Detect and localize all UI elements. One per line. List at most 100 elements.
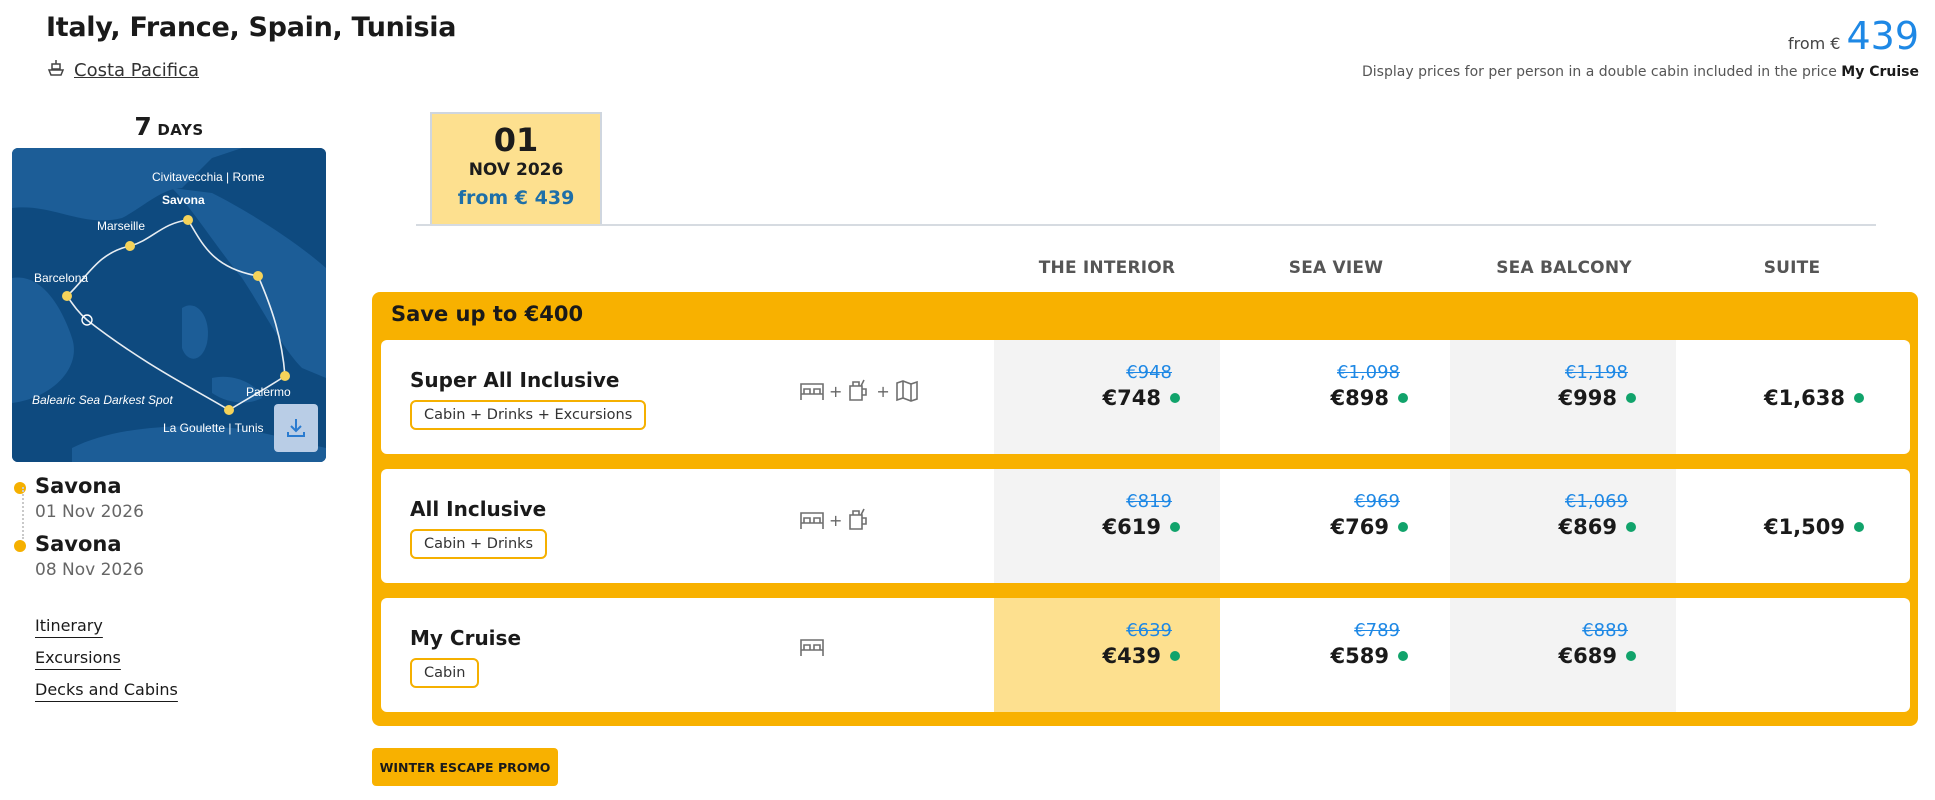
new-price: €869 [1559,515,1636,539]
available-dot-icon [1170,651,1180,661]
price-cell-sea-view[interactable]: €789 €589 [1222,598,1448,712]
date-tab-selected[interactable]: 01 NOV 2026 from € 439 [430,112,602,224]
page-title: Italy, France, Spain, Tunisia [46,12,457,43]
plus-sign: + [829,381,843,401]
route-connector [22,487,24,539]
ship-info: Costa Pacifica [46,58,199,83]
price-cell-sea-view[interactable]: €969 €769 [1222,469,1448,583]
bed-icon [800,639,824,656]
fare-tag: Cabin + Drinks + Excursions [410,400,647,430]
price-cell-sea-balcony[interactable]: €1,198 €998 [1450,340,1676,454]
link-decks-cabins[interactable]: Decks and Cabins [35,680,178,699]
old-price: €639 [1126,620,1172,641]
old-price: €889 [1582,620,1628,641]
plus-sign: + [876,381,890,401]
price-cell-sea-view[interactable]: €1,098 €898 [1222,340,1448,454]
departure-port-name: Savona [35,474,122,498]
fare-name: My Cruise [410,626,522,650]
map-label-savona: Savona [162,193,205,207]
download-icon [287,419,305,437]
new-price-value: €748 [1102,386,1161,410]
price-cell-sea-balcony[interactable]: €889 €689 [1450,598,1676,712]
new-price-value: €689 [1558,644,1617,668]
fare-name: All Inclusive [410,497,547,521]
new-price-value: €898 [1330,386,1389,410]
price-cell-suite-empty [1678,598,1904,712]
available-dot-icon [1854,522,1864,532]
new-price: €689 [1559,644,1636,668]
price-cell-suite[interactable]: €1,638 [1678,340,1904,454]
column-header-suite: SUITE [1763,258,1821,278]
link-excursions[interactable]: Excursions [35,648,121,667]
available-dot-icon [1398,522,1408,532]
location-dot-icon [14,540,26,552]
price-cell-suite[interactable]: €1,509 [1678,469,1904,583]
fare-row-all-inclusive: All Inclusive Cabin + Drinks + €819 €619… [381,469,1910,583]
fare-row-super-all-inclusive: Super All Inclusive Cabin + Drinks + Exc… [381,340,1910,454]
route-map[interactable]: Civitavecchia | Rome Savona Marseille Ba… [12,148,326,462]
new-price-value: €589 [1330,644,1389,668]
map-label-lagoulette: La Goulette | Tunis [163,421,264,435]
new-price: €998 [1559,386,1636,410]
new-price-value: €439 [1102,644,1161,668]
map-label-balearic: Balearic Sea Darkest Spot [32,393,173,407]
fare-row-my-cruise: My Cruise Cabin €639 €439 €789 €589 €889… [381,598,1910,712]
available-dot-icon [1398,393,1408,403]
fare-name: Super All Inclusive [410,368,620,392]
date-tab-day: 01 [493,121,539,159]
drink-icon [849,379,868,401]
fare-tag: Cabin [410,658,480,688]
price-disclaimer: Display prices for per person in a doubl… [1362,64,1919,80]
map-icon [896,380,918,402]
available-dot-icon [1626,393,1636,403]
new-price: €769 [1331,515,1408,539]
column-header-sea-view: SEA VIEW [1288,258,1384,278]
old-price: €1,198 [1565,362,1628,383]
from-label: from € [1787,34,1841,53]
arrival-date: 08 Nov 2026 [35,560,144,580]
days-label: DAYS [157,121,204,139]
old-price: €819 [1126,491,1172,512]
available-dot-icon [1170,393,1180,403]
date-tab-from-price: from € 439 [457,187,575,209]
map-label-barcelona: Barcelona [34,271,88,285]
old-price: €948 [1126,362,1172,383]
map-label-civitavecchia: Civitavecchia | Rome [152,170,265,184]
fare-icons: + [799,507,872,533]
download-map-button[interactable] [274,404,318,452]
winter-escape-promo-button[interactable]: WINTER ESCAPE PROMO [372,748,558,786]
new-price-value: €619 [1102,515,1161,539]
new-price-value: €998 [1558,386,1617,410]
disclaimer-text: Display prices for per person in a doubl… [1362,64,1837,80]
new-price: €619 [1103,515,1180,539]
price-cell-interior[interactable]: €948 €748 [994,340,1220,454]
fare-icons [799,636,825,658]
new-price: €589 [1331,644,1408,668]
new-price: €748 [1103,386,1180,410]
plus-sign: + [829,510,843,530]
promo-title: Save up to €400 [391,302,584,326]
available-dot-icon [1626,651,1636,661]
new-price: €898 [1331,386,1408,410]
new-price-value: €1,638 [1763,386,1845,410]
from-price: from € 439 [1788,14,1919,58]
old-price: €969 [1354,491,1400,512]
tab-divider [416,224,1876,226]
price-cell-sea-balcony[interactable]: €1,069 €869 [1450,469,1676,583]
ship-link[interactable]: Costa Pacifica [74,60,199,81]
fare-tag: Cabin + Drinks [410,529,548,559]
link-itinerary[interactable]: Itinerary [35,616,103,635]
bed-icon [800,383,824,400]
arrival-port-name: Savona [35,532,122,556]
new-price-value: €1,509 [1763,515,1845,539]
map-label-marseille: Marseille [97,219,145,233]
new-price-value: €769 [1330,515,1389,539]
price-cell-interior[interactable]: €819 €619 [994,469,1220,583]
new-price-value: €869 [1558,515,1617,539]
old-price: €1,098 [1337,362,1400,383]
price-cell-interior-selected[interactable]: €639 €439 [994,598,1220,712]
location-pin-icon [14,482,26,494]
available-dot-icon [1398,651,1408,661]
column-header-interior: THE INTERIOR [1038,258,1176,278]
disclaimer-bold: My Cruise [1841,64,1919,80]
